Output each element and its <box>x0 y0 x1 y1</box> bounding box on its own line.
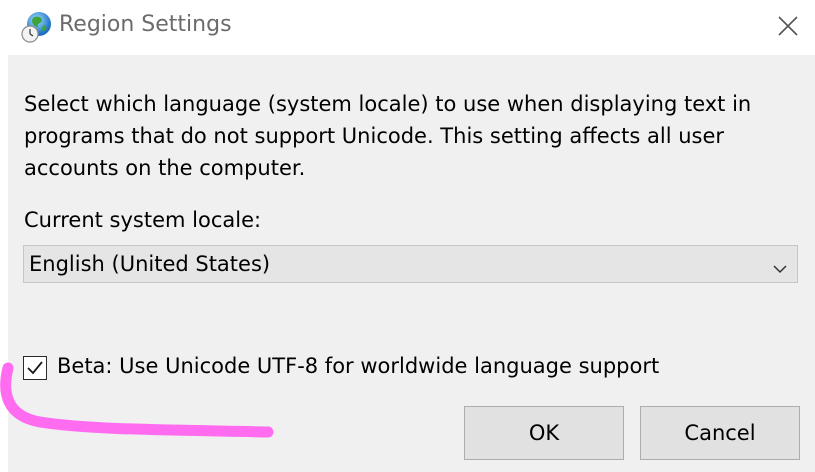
close-button[interactable] <box>760 0 815 55</box>
locale-label: Current system locale: <box>24 208 262 232</box>
locale-selected-value: English (United States) <box>29 252 271 276</box>
cancel-button[interactable]: Cancel <box>640 406 800 460</box>
chevron-down-icon <box>773 259 787 278</box>
title-bar: Region Settings <box>0 0 815 55</box>
window-title: Region Settings <box>59 12 232 37</box>
dialog-body: Select which language (system locale) to… <box>8 55 815 472</box>
globe-clock-icon <box>20 10 54 44</box>
system-locale-select[interactable]: English (United States) <box>23 245 798 283</box>
utf8-option-label[interactable]: Beta: Use Unicode UTF-8 for worldwide la… <box>57 351 659 381</box>
close-icon <box>778 16 798 36</box>
ok-button[interactable]: OK <box>464 406 624 460</box>
description-text: Select which language (system locale) to… <box>24 92 752 180</box>
checkmark-icon <box>27 361 43 375</box>
utf8-checkbox[interactable] <box>23 356 47 380</box>
